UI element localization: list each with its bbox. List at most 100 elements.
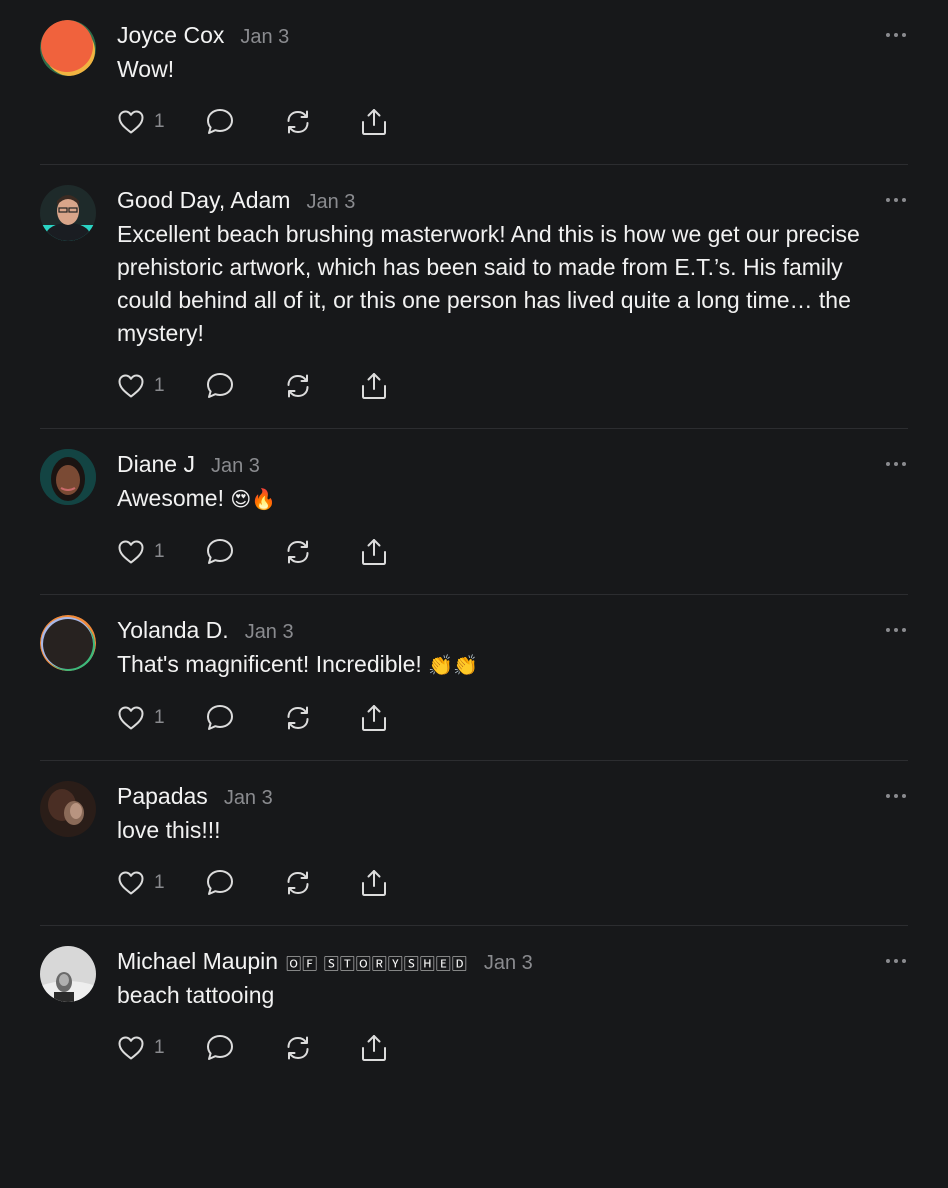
comment-text-content: That's magnificent! Incredible! (117, 651, 422, 677)
share-icon (362, 870, 386, 896)
reply-button[interactable] (205, 1033, 283, 1063)
comment-date[interactable]: Jan 3 (240, 20, 289, 54)
repost-icon (287, 374, 309, 398)
comment-text-content: Excellent beach brushing masterwork! And… (117, 221, 860, 346)
like-count: 1 (154, 111, 165, 132)
ellipsis-icon (886, 628, 906, 632)
comment-text-content: love this!!! (117, 817, 221, 843)
speech-bubble-icon (207, 539, 233, 564)
heart-icon (118, 871, 144, 895)
comment-date[interactable]: Jan 3 (211, 449, 260, 483)
heart-icon (118, 1036, 144, 1060)
author-name[interactable]: Joyce Cox (117, 18, 224, 52)
repost-button[interactable] (283, 703, 359, 733)
author-name[interactable]: Papadas (117, 779, 208, 813)
ellipsis-icon (886, 794, 906, 798)
author-name[interactable]: Yolanda D. (117, 613, 229, 647)
comment-item: Good Day, Adam Jan 3 Excellent beach bru… (40, 165, 908, 429)
avatar[interactable] (40, 449, 96, 505)
share-button[interactable] (359, 868, 389, 898)
share-button[interactable] (359, 1033, 389, 1063)
share-icon (362, 373, 386, 399)
comment-item: Michael Maupin 🄾🄵 🅂🅃🄾🅁🅈🅂🄷🄴🄳 Jan 3 beach … (40, 926, 908, 1064)
more-options-button[interactable] (884, 449, 908, 479)
comment-text: love this!!! (117, 814, 872, 847)
like-count: 1 (154, 872, 165, 893)
repost-button[interactable] (283, 107, 359, 137)
share-icon (362, 1035, 386, 1061)
reply-button[interactable] (205, 371, 283, 401)
share-button[interactable] (359, 703, 389, 733)
share-icon (362, 539, 386, 565)
more-options-button[interactable] (884, 615, 908, 645)
reply-button[interactable] (205, 537, 283, 567)
comment-text: That's magnificent! Incredible! 👏👏 (117, 648, 872, 682)
repost-icon (287, 110, 309, 134)
reply-button[interactable] (205, 703, 283, 733)
repost-button[interactable] (283, 371, 359, 401)
comment-text: Wow! (117, 53, 872, 86)
like-button[interactable]: 1 (117, 870, 205, 896)
comment-text: Excellent beach brushing masterwork! And… (117, 218, 872, 350)
repost-button[interactable] (283, 1033, 359, 1063)
like-button[interactable]: 1 (117, 109, 205, 135)
heart-icon (118, 540, 144, 564)
more-options-button[interactable] (884, 20, 908, 50)
share-button[interactable] (359, 371, 389, 401)
comment-actions: 1 (117, 702, 872, 734)
comment-actions: 1 (117, 106, 872, 138)
reply-button[interactable] (205, 868, 283, 898)
like-button[interactable]: 1 (117, 539, 205, 565)
repost-icon (287, 540, 309, 564)
share-icon (362, 109, 386, 135)
reply-button[interactable] (205, 107, 283, 137)
repost-icon (287, 1036, 309, 1060)
heart-icon (118, 374, 144, 398)
emoji: 👏👏 (428, 653, 479, 677)
like-button[interactable]: 1 (117, 1035, 205, 1061)
comment-text-content: beach tattooing (117, 982, 275, 1008)
ellipsis-icon (886, 198, 906, 202)
like-button[interactable]: 1 (117, 373, 205, 399)
profile-badge: 🄾🄵 🅂🅃🄾🅁🅈🅂🄷🄴🄳 (286, 955, 468, 973)
comment-feed: Joyce Cox Jan 3 Wow! 1 Good Day, Adam Ja… (0, 0, 948, 1090)
share-icon (362, 705, 386, 731)
comment-date[interactable]: Jan 3 (245, 615, 294, 649)
avatar[interactable] (40, 781, 96, 837)
author-name[interactable]: Diane J (117, 447, 195, 481)
avatar[interactable] (40, 946, 96, 1002)
avatar[interactable] (40, 615, 96, 671)
avatar[interactable] (40, 185, 96, 241)
repost-button[interactable] (283, 537, 359, 567)
comment-item: Yolanda D. Jan 3 That's magnificent! Inc… (40, 595, 908, 761)
comment-text: Awesome! 😍🔥 (117, 482, 872, 516)
comment-item: Papadas Jan 3 love this!!! 1 (40, 761, 908, 926)
ellipsis-icon (886, 462, 906, 466)
repost-icon (287, 706, 309, 730)
more-options-button[interactable] (884, 946, 908, 976)
comment-actions: 1 (117, 867, 872, 899)
speech-bubble-icon (207, 373, 233, 398)
like-count: 1 (154, 541, 165, 562)
author-name[interactable]: Good Day, Adam (117, 183, 290, 217)
share-button[interactable] (359, 107, 389, 137)
avatar[interactable] (40, 20, 96, 76)
comment-date[interactable]: Jan 3 (306, 185, 355, 219)
comment-actions: 1 (117, 370, 872, 402)
like-button[interactable]: 1 (117, 705, 205, 731)
speech-bubble-icon (207, 1035, 233, 1060)
repost-icon (287, 871, 309, 895)
repost-button[interactable] (283, 868, 359, 898)
like-count: 1 (154, 707, 165, 728)
share-button[interactable] (359, 537, 389, 567)
comment-item: Joyce Cox Jan 3 Wow! 1 (40, 0, 908, 165)
ellipsis-icon (886, 959, 906, 963)
author-name[interactable]: Michael Maupin (117, 944, 278, 978)
comment-date[interactable]: Jan 3 (484, 946, 533, 980)
comment-text: beach tattooing (117, 979, 872, 1012)
more-options-button[interactable] (884, 781, 908, 811)
more-options-button[interactable] (884, 185, 908, 215)
comment-actions: 1 (117, 1032, 872, 1064)
speech-bubble-icon (207, 109, 233, 134)
comment-date[interactable]: Jan 3 (224, 781, 273, 815)
